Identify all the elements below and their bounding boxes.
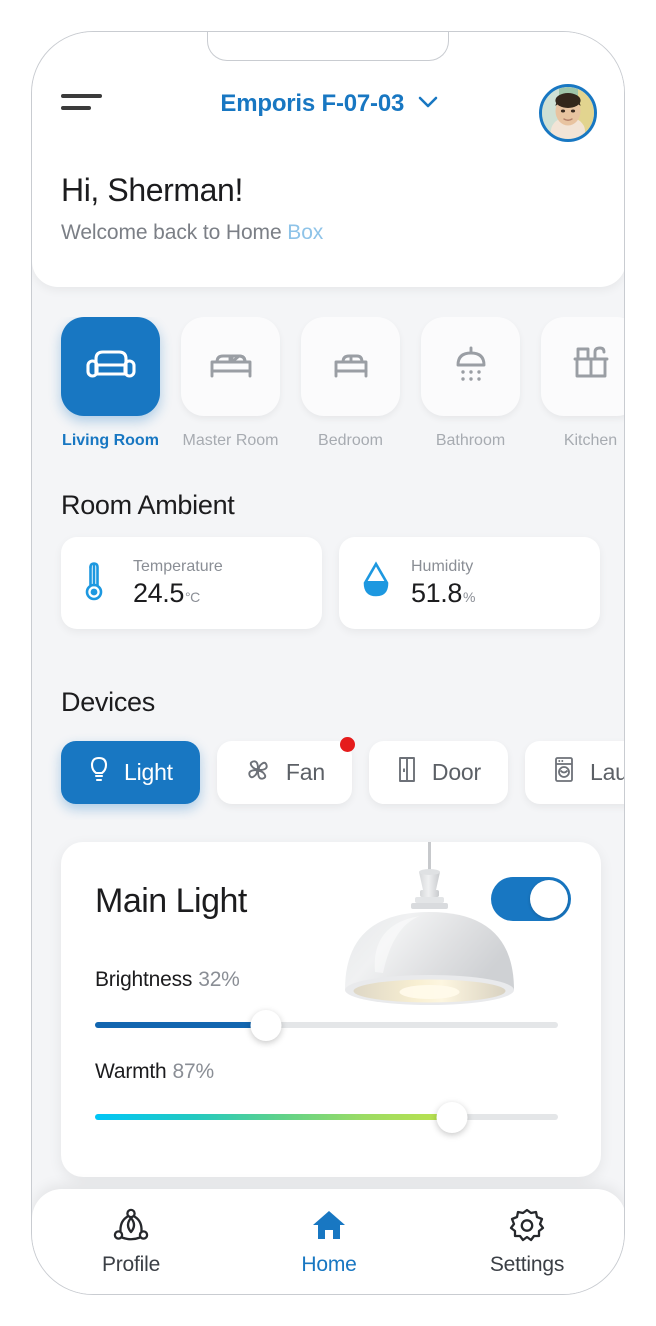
home-name-label: Emporis F-07-03	[220, 90, 405, 117]
room-tab-living-room[interactable]: Living Room	[61, 317, 160, 450]
greeting-block: Hi, Sherman! Welcome back to Home Box	[61, 172, 323, 245]
brightness-value: 32%	[198, 968, 240, 991]
device-chip-laundry[interactable]: Laundry	[524, 741, 625, 804]
device-chip-label: Door	[431, 759, 481, 785]
greeting-subtitle-prefix: Welcome back to Home	[61, 220, 282, 244]
room-tile	[541, 317, 624, 416]
gear-icon	[457, 1205, 597, 1247]
room-tab-label: Bedroom	[318, 432, 383, 449]
room-tab-kitchen[interactable]: Kitchen	[541, 317, 624, 450]
ambient-value: 24.5°C	[133, 578, 223, 609]
room-tile	[61, 317, 160, 416]
nav-item-label: Profile	[101, 1253, 161, 1276]
ambient-text: Humidity 51.8%	[411, 557, 475, 609]
double-bed-icon	[204, 341, 258, 392]
greeting-subtitle-brand: Box	[287, 220, 324, 244]
page-title: Hi, Sherman!	[61, 172, 243, 208]
ambient-value-number: 24.5	[133, 578, 184, 609]
ambient-value-unit: %	[462, 589, 476, 606]
device-chip-door[interactable]: Door	[368, 741, 508, 804]
bottom-navigation-bar: Profile Home Settings	[32, 1189, 624, 1294]
room-tab-bathroom[interactable]: Bathroom	[421, 317, 520, 450]
nav-item-home[interactable]: Home	[259, 1205, 399, 1277]
ambient-label: Humidity	[411, 557, 474, 575]
warmth-label: Warmth	[95, 1060, 167, 1083]
warmth-caption: Warmth 87%	[95, 1060, 567, 1084]
home-house-icon	[259, 1205, 399, 1247]
ambient-value-number: 51.8	[411, 578, 462, 609]
phone-frame: Emporis F-07-03 Hi, Sherman! Welcome bac…	[31, 31, 625, 1295]
device-chip-label: Fan	[285, 759, 325, 785]
room-tile	[181, 317, 280, 416]
main-light-card: Main Light Brightness 32% Warmth 87%	[61, 842, 601, 1177]
toggle-knob	[530, 880, 568, 918]
ambient-card-humidity: Humidity 51.8%	[339, 537, 600, 629]
room-selector-track: Living Room Master Room Bedroom Bathroom…	[61, 317, 624, 450]
device-chip-label: Laundry	[589, 759, 625, 785]
shower-icon	[444, 340, 498, 393]
device-chip-label: Light	[124, 759, 173, 785]
phone-screen: Emporis F-07-03 Hi, Sherman! Welcome bac…	[32, 32, 625, 1294]
brightness-label: Brightness	[95, 968, 193, 991]
brightness-slider[interactable]	[95, 1010, 567, 1041]
nav-item-label: Home	[301, 1253, 357, 1276]
sofa-icon	[84, 341, 138, 392]
device-chips-track: Light Fan Door Lau	[61, 737, 625, 804]
warmth-value: 87%	[172, 1060, 215, 1083]
door-icon	[396, 755, 418, 790]
ambient-text: Temperature 24.5°C	[133, 557, 223, 609]
room-tab-label: Bathroom	[435, 432, 506, 449]
kitchen-sink-icon	[564, 340, 618, 393]
room-tab-master-room[interactable]: Master Room	[181, 317, 280, 450]
ambient-label: Temperature	[133, 557, 223, 575]
room-selector-carousel[interactable]: Living Room Master Room Bedroom Bathroom…	[32, 317, 624, 477]
greeting-subtitle: Welcome back to Home Box	[61, 221, 323, 245]
slider-thumb[interactable]	[436, 1102, 467, 1133]
single-bed-icon	[324, 341, 378, 392]
slider-fill	[95, 1022, 267, 1028]
device-chips-carousel[interactable]: Light Fan Door Lau	[32, 732, 625, 820]
ambient-value: 51.8%	[411, 578, 475, 609]
avatar[interactable]	[539, 84, 597, 142]
nav-item-settings[interactable]: Settings	[457, 1205, 597, 1277]
slider-thumb[interactable]	[250, 1010, 282, 1041]
nav-item-profile[interactable]: Profile	[61, 1205, 201, 1277]
room-tab-bedroom[interactable]: Bedroom	[301, 317, 400, 450]
status-badge	[339, 737, 355, 752]
home-selector-dropdown[interactable]: Emporis F-07-03	[32, 90, 624, 118]
room-tab-label: Kitchen	[563, 432, 618, 449]
room-tile	[421, 317, 520, 416]
water-drop-icon	[361, 560, 395, 606]
chevron-down-icon	[418, 96, 438, 114]
people-group-icon	[61, 1205, 201, 1247]
warmth-control: Warmth 87%	[95, 1060, 567, 1133]
header-card: Emporis F-07-03 Hi, Sherman! Welcome bac…	[32, 32, 624, 287]
room-ambient-title: Room Ambient	[61, 490, 235, 520]
ambient-card-temperature: Temperature 24.5°C	[61, 537, 322, 629]
avatar-photo	[542, 87, 594, 139]
devices-title: Devices	[61, 687, 155, 717]
top-bar: Emporis F-07-03	[32, 72, 624, 148]
brightness-control: Brightness 32%	[95, 968, 567, 1041]
slider-fill	[95, 1114, 452, 1120]
warmth-slider[interactable]	[95, 1102, 567, 1133]
fan-icon	[244, 756, 272, 789]
main-light-title: Main Light	[95, 882, 247, 920]
device-chip-light[interactable]: Light	[61, 741, 200, 804]
room-tab-label: Master Room	[182, 432, 279, 449]
nav-item-label: Settings	[489, 1253, 565, 1276]
room-tile	[301, 317, 400, 416]
washing-machine-icon	[552, 755, 576, 790]
room-tab-label: Living Room	[62, 432, 159, 449]
toggle-switch-on-icon[interactable]	[491, 877, 571, 921]
device-chip-fan[interactable]: Fan	[216, 737, 355, 804]
thermometer-icon	[83, 558, 117, 609]
brightness-caption: Brightness 32%	[95, 968, 567, 992]
light-bulb-icon	[88, 755, 110, 790]
room-ambient-cards: Temperature 24.5°C Humidity 51.8%	[61, 537, 601, 629]
ambient-value-unit: °C	[184, 589, 200, 606]
phone-notch	[207, 32, 449, 61]
